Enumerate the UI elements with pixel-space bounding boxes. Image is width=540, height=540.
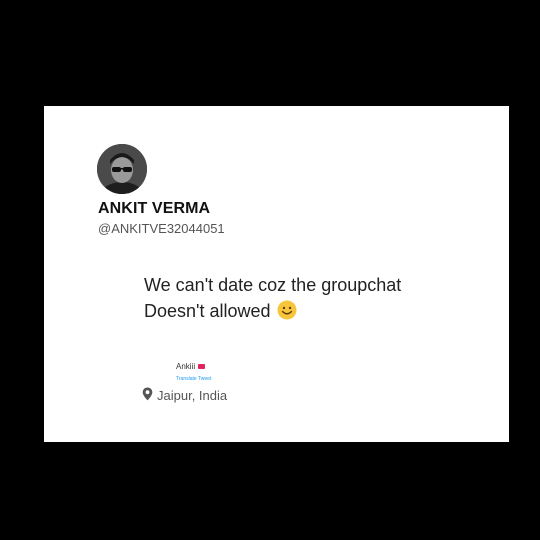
embedded-user-name[interactable]: Ankiii: [176, 362, 206, 371]
tweet-line-2: Doesn't allowed: [144, 298, 401, 327]
translate-tweet-link[interactable]: Translate Tweet: [176, 376, 211, 382]
smiling-face-icon: [277, 300, 297, 327]
embedded-user-name-text: Ankiii: [176, 362, 196, 371]
avatar-image: [97, 144, 147, 194]
profile-name[interactable]: ANKIT VERMA: [98, 200, 210, 218]
tweet-card: ANKIT VERMA @ANKITVE32044051 We can't da…: [44, 106, 509, 442]
tweet-line-1: We can't date coz the groupchat: [144, 275, 402, 295]
tweet-text: We can't date coz the groupchat Doesn't …: [144, 272, 401, 327]
avatar[interactable]: [97, 144, 147, 194]
location: Jaipur, India: [142, 387, 227, 404]
flag-icon: [198, 364, 206, 369]
location-pin-icon: [142, 387, 153, 404]
profile-handle[interactable]: @ANKITVE32044051: [98, 221, 225, 236]
location-text: Jaipur, India: [157, 388, 228, 403]
tweet-line-2-text: Doesn't allowed: [144, 301, 271, 321]
